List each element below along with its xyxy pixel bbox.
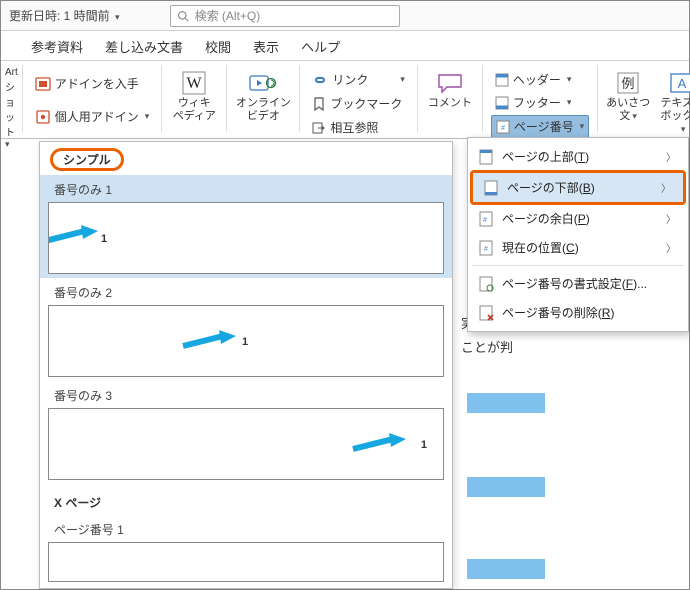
gallery-group-simple: シンプル bbox=[40, 142, 452, 175]
chevron-right-icon: 〉 bbox=[666, 149, 676, 164]
doc-highlight-bar-1 bbox=[467, 393, 545, 413]
footer-button[interactable]: フッター ▾ bbox=[491, 92, 589, 113]
tab-mailings[interactable]: 差し込み文書 bbox=[105, 37, 183, 56]
gallery-item[interactable]: 番号のみ 2 1 bbox=[40, 278, 452, 381]
link-button[interactable]: リンク▾ bbox=[308, 69, 409, 90]
page-number-sample: 1 bbox=[242, 336, 248, 348]
gallery-item-title: 番号のみ 2 bbox=[48, 282, 444, 303]
page-number-menu: ページの上部(T) 〉 ページの下部(B) 〉 # ページの余白(P) 〉 # … bbox=[467, 137, 689, 332]
textbox-icon: A bbox=[669, 71, 690, 95]
tab-references[interactable]: 参考資料 bbox=[31, 37, 83, 56]
chevron-right-icon: 〉 bbox=[666, 240, 676, 255]
current-pos-icon: # bbox=[478, 240, 494, 256]
search-input[interactable]: 検索 (Alt+Q) bbox=[170, 5, 400, 27]
comment-button[interactable]: コメント bbox=[426, 67, 474, 110]
page-number-icon: # bbox=[496, 120, 510, 134]
doc-text-fragment-2: ことが判 bbox=[461, 337, 513, 356]
format-icon bbox=[478, 276, 494, 292]
greeting-icon: 例 bbox=[616, 71, 640, 95]
video-icon bbox=[249, 72, 277, 94]
tab-view[interactable]: 表示 bbox=[253, 37, 279, 56]
gallery-item-title: ページ番号 1 bbox=[48, 519, 444, 540]
page-margin-icon: # bbox=[478, 211, 494, 227]
gallery-preview: 1 bbox=[48, 408, 444, 480]
menu-page-margin[interactable]: # ページの余白(P) 〉 bbox=[468, 204, 688, 233]
ribbon-tabs: 参考資料 差し込み文書 校閲 表示 ヘルプ bbox=[1, 31, 689, 61]
online-video-button[interactable]: オンラインビデオ bbox=[235, 67, 291, 123]
gallery-item-title: 番号のみ 3 bbox=[48, 385, 444, 406]
svg-text:例: 例 bbox=[622, 76, 635, 91]
annotation-arrow bbox=[48, 225, 101, 245]
search-icon bbox=[177, 10, 189, 22]
header-button[interactable]: ヘッダー ▾ bbox=[491, 69, 589, 90]
bookmark-icon bbox=[312, 97, 326, 111]
group-wikipedia: W ウィキペディア bbox=[162, 65, 227, 132]
crossref-button[interactable]: 相互参照 bbox=[308, 117, 409, 138]
gallery-preview bbox=[48, 542, 444, 582]
get-addins-button[interactable]: アドインを入手 bbox=[31, 73, 154, 94]
menu-format-page-numbers[interactable]: ページ番号の書式設定(F)... bbox=[468, 269, 688, 298]
menu-current-position[interactable]: # 現在の位置(C) 〉 bbox=[468, 233, 688, 262]
annotation-arrow bbox=[349, 433, 409, 453]
gallery-item[interactable]: 番号のみ 1 1 bbox=[40, 175, 452, 278]
page-number-sample: 1 bbox=[101, 233, 107, 245]
menu-bottom-of-page[interactable]: ページの下部(B) 〉 bbox=[473, 173, 683, 202]
crossref-icon bbox=[312, 121, 326, 135]
svg-text:#: # bbox=[483, 217, 487, 224]
remove-icon bbox=[478, 305, 494, 321]
group-text: 例 あいさつ文▾ A テキストボックス▾ A≡ bbox=[598, 65, 690, 132]
chevron-right-icon: 〉 bbox=[666, 211, 676, 226]
gallery-item[interactable]: ページ番号 1 bbox=[40, 515, 452, 586]
page-number-button[interactable]: # ページ番号 ▾ bbox=[491, 115, 589, 138]
menu-top-of-page[interactable]: ページの上部(T) 〉 bbox=[468, 142, 688, 171]
title-bar: 更新日時: 1 時間前 ▾ 検索 (Alt+Q) bbox=[1, 1, 689, 31]
gallery-group-xpage: X ページ bbox=[40, 484, 452, 515]
page-number-sample: 1 bbox=[421, 439, 427, 451]
tab-help[interactable]: ヘルプ bbox=[301, 37, 340, 56]
bookmark-button[interactable]: ブックマーク bbox=[308, 93, 409, 114]
wikipedia-icon: W bbox=[181, 70, 207, 96]
menu-remove-page-numbers[interactable]: ページ番号の削除(R) bbox=[468, 298, 688, 327]
header-icon bbox=[495, 73, 509, 87]
greeting-button[interactable]: 例 あいさつ文▾ bbox=[606, 67, 650, 123]
svg-text:#: # bbox=[484, 246, 488, 253]
doc-highlight-bar-3 bbox=[467, 559, 545, 579]
doc-highlight-bar-2 bbox=[467, 477, 545, 497]
group-links: リンク▾ ブックマーク 相互参照 bbox=[300, 65, 418, 132]
group-comment: コメント bbox=[418, 65, 483, 132]
addin-icon bbox=[35, 109, 51, 125]
tab-review[interactable]: 校閲 bbox=[205, 37, 231, 56]
wikipedia-button[interactable]: W ウィキペディア bbox=[170, 67, 218, 123]
chevron-right-icon: 〉 bbox=[661, 180, 671, 195]
comment-icon bbox=[437, 72, 463, 94]
store-icon bbox=[35, 76, 51, 92]
svg-text:#: # bbox=[501, 125, 505, 132]
annotation-arrow bbox=[179, 330, 239, 350]
page-bottom-icon bbox=[483, 180, 499, 196]
svg-text:A: A bbox=[678, 76, 687, 91]
cropped-wordart: Art bbox=[5, 67, 18, 78]
group-headerfooter: ヘッダー ▾ フッター ▾ # ページ番号 ▾ bbox=[483, 65, 598, 132]
link-icon bbox=[312, 73, 328, 87]
gallery-item-title: 番号のみ 1 bbox=[48, 179, 444, 200]
page-number-gallery: シンプル 番号のみ 1 1 番号のみ 2 1 番号のみ 3 1 X ページ ペー… bbox=[39, 141, 453, 589]
gallery-preview: 1 bbox=[48, 202, 444, 274]
gallery-item[interactable]: 番号のみ 3 1 bbox=[40, 381, 452, 484]
my-addins-button[interactable]: 個人用アドイン ▾ bbox=[31, 106, 154, 127]
textbox-button[interactable]: A テキストボックス▾ bbox=[658, 67, 690, 137]
footer-icon bbox=[495, 96, 509, 110]
group-addins: アドインを入手 個人用アドイン ▾ bbox=[23, 65, 163, 132]
last-modified-label[interactable]: 更新日時: 1 時間前 ▾ bbox=[9, 7, 120, 24]
ribbon: Art ショット ▾ アドインを入手 個人用アドイン ▾ W ウィキペディア オ… bbox=[1, 61, 689, 139]
svg-text:W: W bbox=[187, 75, 203, 92]
gallery-preview: 1 bbox=[48, 305, 444, 377]
search-placeholder: 検索 (Alt+Q) bbox=[195, 7, 261, 24]
cropped-screenshot[interactable]: ショット ▾ bbox=[5, 79, 18, 150]
menu-separator bbox=[472, 265, 684, 266]
page-top-icon bbox=[478, 149, 494, 165]
group-media: オンラインビデオ bbox=[227, 65, 300, 132]
